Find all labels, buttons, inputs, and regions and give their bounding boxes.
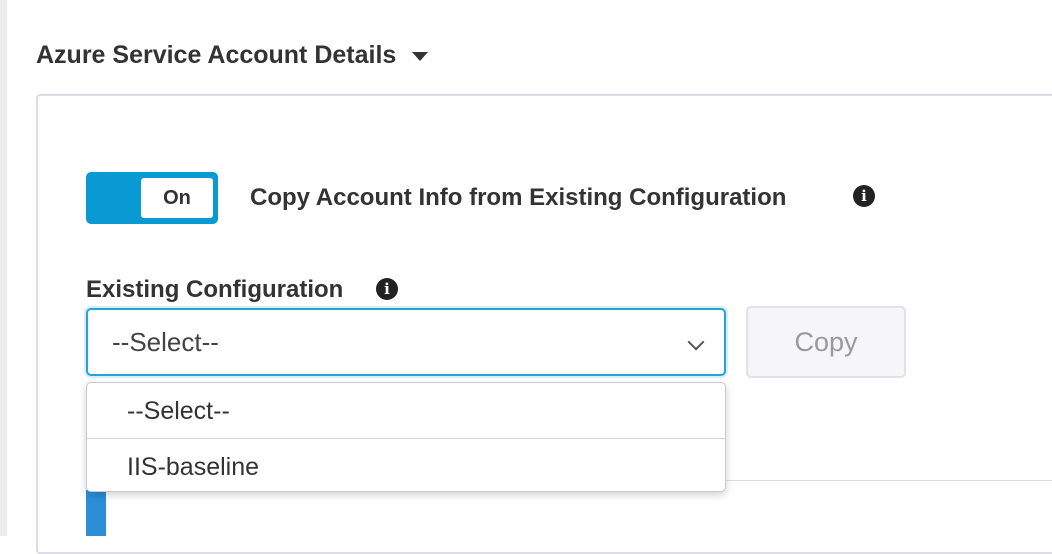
divider: [726, 480, 1052, 481]
info-icon[interactable]: i: [376, 278, 398, 300]
section-accent-strip: [86, 490, 106, 536]
configuration-dropdown-list: --Select-- IIS-baseline: [86, 382, 726, 492]
toggle-state-label: On: [141, 178, 213, 218]
dropdown-option-iis-baseline[interactable]: IIS-baseline: [87, 440, 725, 491]
chevron-down-icon: [687, 333, 705, 351]
dropdown-option-select[interactable]: --Select--: [87, 385, 725, 439]
copy-button[interactable]: Copy: [746, 306, 906, 378]
existing-configuration-select[interactable]: --Select--: [86, 308, 726, 376]
select-current-value: --Select--: [112, 326, 219, 357]
left-rail: [0, 0, 7, 536]
info-icon[interactable]: i: [853, 185, 875, 207]
copy-account-toggle[interactable]: On: [86, 172, 218, 224]
caret-down-icon[interactable]: [412, 51, 429, 61]
section-header[interactable]: Azure Service Account Details: [36, 36, 429, 74]
copy-account-caption: Copy Account Info from Existing Configur…: [250, 184, 787, 211]
existing-configuration-label: Existing Configuration: [86, 276, 344, 303]
section-title: Azure Service Account Details: [36, 40, 397, 69]
